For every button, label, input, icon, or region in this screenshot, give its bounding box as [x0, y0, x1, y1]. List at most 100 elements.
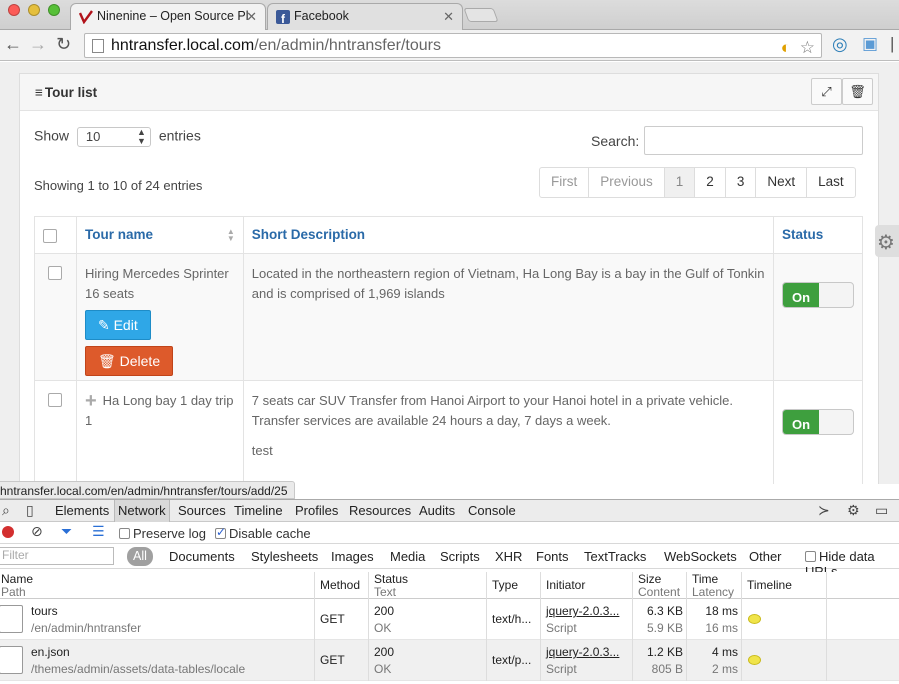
page-previous[interactable]: Previous: [588, 168, 664, 197]
back-arrow-icon[interactable]: ←: [4, 34, 22, 55]
column-name-path[interactable]: Name Path: [0, 572, 315, 599]
filter-texttracks[interactable]: TextTracks: [584, 549, 646, 564]
request-content-size: 805 B: [651, 662, 683, 676]
network-request-row[interactable]: en.json /themes/admin/assets/data-tables…: [0, 640, 899, 681]
hide-data-urls-checkbox[interactable]: [805, 551, 816, 562]
forward-arrow-icon[interactable]: →: [29, 34, 47, 55]
status-toggle[interactable]: On: [782, 282, 854, 308]
inspect-search-icon[interactable]: ⌕: [2, 502, 10, 519]
devtools-tab-elements[interactable]: Elements: [55, 503, 109, 518]
request-spacer-cell: [826, 640, 899, 681]
devtools-tab-audits[interactable]: Audits: [419, 503, 455, 518]
close-icon[interactable]: ✕: [443, 9, 454, 25]
filter-scripts[interactable]: Scripts: [440, 549, 480, 564]
column-initiator[interactable]: Initiator: [540, 572, 633, 599]
column-header-tour-name[interactable]: Tour name ▲ ▼: [75, 216, 244, 254]
panel-title-text: Tour list: [44, 85, 98, 100]
close-icon[interactable]: ✕: [246, 9, 257, 25]
page-length-select[interactable]: 10 ▲ ▼: [76, 127, 151, 147]
search-input[interactable]: [644, 126, 863, 155]
filter-input[interactable]: Filter: [0, 547, 114, 565]
status-toggle[interactable]: On: [782, 409, 854, 435]
menu-icon[interactable]: |: [890, 34, 894, 54]
camera-icon[interactable]: ▣: [862, 34, 878, 54]
request-initiator-cell: jquery-2.0.3... Script: [540, 599, 633, 640]
filter-documents[interactable]: Documents: [169, 549, 235, 564]
request-method-cell: GET: [314, 640, 369, 681]
record-icon[interactable]: [2, 526, 14, 538]
window-maximize-button[interactable]: [48, 4, 60, 16]
theme-settings-gear-icon[interactable]: ⚙: [875, 225, 899, 257]
filter-images[interactable]: Images: [331, 549, 374, 564]
column-method[interactable]: Method: [314, 572, 369, 599]
extension-icon[interactable]: ◐: [781, 38, 791, 58]
tour-list-panel: ≡ Tour list ⤢ 🗑 Show 10 ▲ ▼ entries Search…: [19, 73, 879, 484]
disable-cache-checkbox[interactable]: [215, 525, 226, 539]
request-name: en.json: [31, 645, 70, 659]
console-drawer-icon[interactable]: ≻: [818, 502, 830, 519]
page-3[interactable]: 3: [724, 168, 756, 197]
panel-header: ≡ Tour list ⤢ 🗑: [20, 74, 878, 111]
gear-icon[interactable]: ⚙: [847, 502, 860, 519]
fullscreen-button[interactable]: ⤢: [811, 78, 842, 105]
edit-button[interactable]: ✎ Edit: [84, 310, 151, 340]
disable-cache-toggle[interactable]: Disable cache: [215, 525, 311, 541]
filter-other[interactable]: Other: [749, 549, 782, 564]
request-initiator-link[interactable]: jquery-2.0.3...: [546, 644, 633, 661]
preserve-log-checkbox[interactable]: [119, 528, 130, 539]
delete-button[interactable]: 🗑 Delete: [84, 346, 174, 376]
filter-xhr[interactable]: XHR: [495, 549, 522, 564]
large-rows-icon[interactable]: ☰: [92, 523, 105, 540]
window-minimize-button[interactable]: [28, 4, 40, 16]
expand-plus-icon[interactable]: +: [85, 390, 97, 412]
extension-wave-icon[interactable]: ◎: [832, 34, 848, 55]
device-mode-icon[interactable]: ▯: [26, 502, 34, 519]
dock-side-icon[interactable]: ▭: [875, 502, 888, 519]
address-bar[interactable]: hntransfer.local.com/en/admin/hntransfer…: [84, 33, 822, 58]
column-timeline[interactable]: Timeline: [741, 572, 827, 599]
devtools-tab-resources[interactable]: Resources: [349, 503, 411, 518]
column-status[interactable]: Status Text: [368, 572, 487, 599]
devtools-tab-network[interactable]: Network: [114, 500, 170, 522]
request-initiator-link[interactable]: jquery-2.0.3...: [546, 603, 633, 620]
remove-panel-button[interactable]: 🗑: [842, 78, 873, 105]
devtools-tab-timeline[interactable]: Timeline: [234, 503, 283, 518]
page-1[interactable]: 1: [663, 168, 695, 197]
filter-all-button[interactable]: All: [127, 547, 153, 566]
filter-fonts[interactable]: Fonts: [536, 549, 569, 564]
devtools-tab-profiles[interactable]: Profiles: [295, 503, 338, 518]
preserve-log-toggle[interactable]: Preserve log: [119, 526, 206, 541]
request-type-cell: text/p...: [486, 640, 541, 681]
clear-icon[interactable]: ⊘: [31, 523, 43, 540]
page-length-value: 10: [85, 129, 101, 144]
row-checkbox[interactable]: [48, 266, 63, 280]
facebook-favicon-icon: f: [276, 10, 290, 24]
filter-media[interactable]: Media: [390, 549, 425, 564]
new-tab-button[interactable]: [463, 8, 499, 22]
filter-websockets[interactable]: WebSockets: [664, 549, 737, 564]
page-first[interactable]: First: [540, 168, 588, 197]
browser-tab-facebook[interactable]: f Facebook ✕: [267, 3, 463, 30]
devtools-tab-console[interactable]: Console: [468, 503, 516, 518]
request-method-cell: GET: [314, 599, 369, 640]
devtools-tab-sources[interactable]: Sources: [178, 503, 226, 518]
request-status: 200: [374, 645, 395, 659]
column-type[interactable]: Type: [486, 572, 541, 599]
window-close-button[interactable]: [8, 4, 20, 16]
browser-tab-ninenine[interactable]: Ninenine – Open Source Pl ✕: [70, 3, 266, 30]
filter-stylesheets[interactable]: Stylesheets: [251, 549, 318, 564]
page-next[interactable]: Next: [755, 168, 806, 197]
page-last[interactable]: Last: [806, 168, 855, 197]
column-size[interactable]: Size Content: [632, 572, 687, 599]
select-all-checkbox[interactable]: [43, 229, 57, 243]
filter-funnel-icon[interactable]: ⏷: [61, 523, 72, 540]
row-checkbox[interactable]: [48, 393, 63, 407]
network-request-row[interactable]: tours /en/admin/hntransfer GET 200 OK te…: [0, 599, 899, 640]
request-type-cell: text/h...: [486, 599, 541, 640]
column-time[interactable]: Time Latency: [686, 572, 742, 599]
request-name-cell: en.json /themes/admin/assets/data-tables…: [0, 640, 315, 681]
request-size-cell: 1.2 KB 805 B: [632, 640, 687, 681]
reload-icon[interactable]: ↻: [56, 34, 71, 55]
page-2[interactable]: 2: [694, 168, 725, 197]
bookmark-star-icon[interactable]: ☆: [800, 38, 815, 58]
